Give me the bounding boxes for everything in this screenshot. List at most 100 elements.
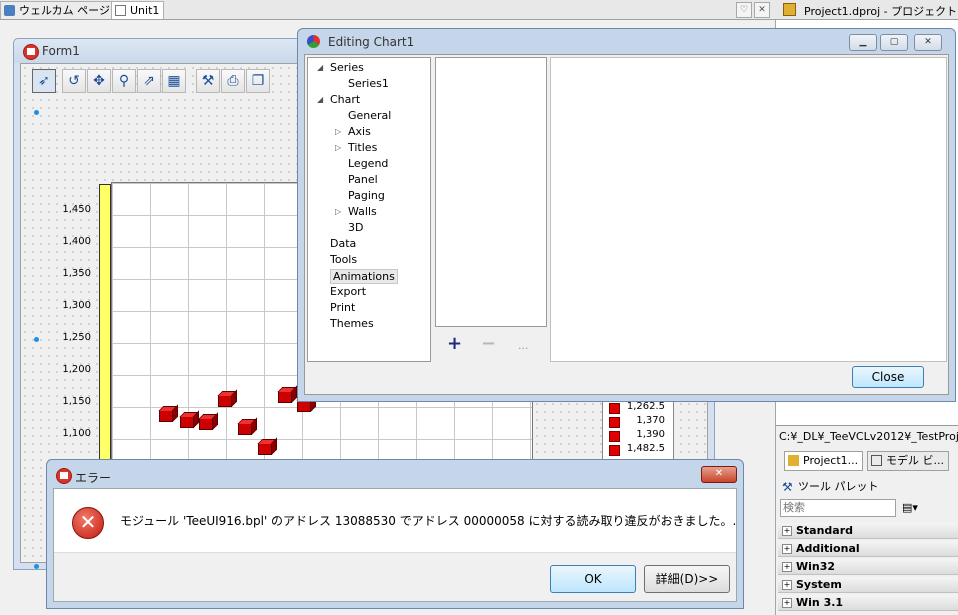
tree-node-themes[interactable]: Themes (330, 317, 374, 330)
chart-toolbar: ➶ ↺ ✥ ⚲ ⇗ ▦ ⚒ ⎙ ❐ (30, 66, 315, 95)
selection-handle[interactable] (34, 110, 39, 115)
rotate-icon[interactable]: ↺ (62, 69, 86, 93)
legend-swatch (609, 403, 620, 414)
minimize-icon[interactable]: ▁ (849, 34, 877, 51)
tree-node-series1[interactable]: Series1 (348, 77, 389, 90)
dialog-caption[interactable]: Editing Chart1 ▁ ▢ ✕ (298, 29, 955, 53)
tab-label: Project1... (803, 454, 859, 467)
project-manager-title: Project1.dproj - プロジェクト マネ (804, 5, 958, 18)
palette-category-system[interactable]: + System (778, 577, 958, 593)
tree-node-walls[interactable]: Walls (348, 205, 377, 218)
unit-file-icon (115, 5, 126, 16)
collapsed-arrow-icon[interactable]: ▷ (335, 127, 341, 136)
tree-node-export[interactable]: Export (330, 285, 366, 298)
tree-node-axis[interactable]: Axis (348, 125, 371, 138)
tab-label: ウェルカム ページ (19, 4, 110, 17)
y-tick-label: 1,200 (62, 364, 91, 375)
data-point (258, 443, 272, 455)
tab-welcome-page[interactable]: ウェルカム ページ (0, 1, 115, 19)
tree-node-panel[interactable]: Panel (348, 173, 378, 186)
project-icon (788, 455, 799, 466)
maximize-icon[interactable]: ▢ (880, 34, 908, 51)
edit-chart-icon[interactable]: ⚒ (196, 69, 220, 93)
legend-value: 1,370 (636, 415, 665, 426)
error-icon: ✕ (72, 507, 104, 539)
print-icon[interactable]: ⎙ (221, 69, 245, 93)
tool-palette-header: ⚒ ツール パレット (776, 477, 958, 497)
tool-palette-icon: ⚒ (782, 480, 793, 494)
legend-item: 1,390 (607, 429, 671, 443)
project-path: C:¥_DL¥_TeeVCLv2012¥_TestProject (779, 430, 958, 443)
palette-search-input[interactable] (780, 499, 896, 517)
tab-label: Unit1 (130, 4, 160, 17)
pointer-icon[interactable]: ➶ (32, 69, 56, 93)
tree-node-animations[interactable]: Animations (330, 269, 398, 284)
y-tick-label: 1,450 (62, 204, 91, 215)
legend-swatch (609, 417, 620, 428)
data-point (199, 418, 213, 430)
move-icon[interactable]: ✥ (87, 69, 111, 93)
data-point (278, 391, 292, 403)
tab-project[interactable]: Project1... (784, 451, 864, 471)
legend-swatch (609, 445, 620, 456)
tree-node-tools[interactable]: Tools (330, 253, 357, 266)
chevron-down-icon[interactable]: ♡ (736, 2, 752, 18)
y-tick-label: 1,350 (62, 268, 91, 279)
model-view-icon (871, 455, 882, 466)
tree-node-general[interactable]: General (348, 109, 391, 122)
editor-tab-bar: ウェルカム ページ Unit1 ♡ ✕ (0, 0, 778, 20)
tree-node-data[interactable]: Data (330, 237, 356, 250)
3d-toggle-icon[interactable]: ▦ (162, 69, 186, 93)
error-body: ✕ モジュール 'TeeUI916.bpl' のアドレス 13088530 でア… (53, 488, 737, 602)
series-list[interactable] (435, 57, 547, 327)
copy-icon[interactable]: ❐ (246, 69, 270, 93)
close-icon[interactable]: ✕ (701, 466, 737, 483)
tab-unit1[interactable]: Unit1 (111, 1, 165, 19)
collapsed-arrow-icon[interactable]: ▷ (335, 143, 341, 152)
error-dialog[interactable]: エラー ✕ ✕ モジュール 'TeeUI916.bpl' のアドレス 13088… (46, 459, 744, 609)
add-button[interactable]: + (447, 333, 462, 354)
data-point (238, 423, 252, 435)
close-tab-icon[interactable]: ✕ (754, 2, 770, 18)
tab-label: モデル ビ... (886, 454, 944, 467)
tree-node-chart[interactable]: Chart (330, 93, 360, 106)
y-tick-label: 1,400 (62, 236, 91, 247)
remove-button[interactable]: − (481, 333, 496, 354)
error-button-row: OK 詳細(D)>> (54, 552, 736, 601)
legend-value: 1,262.5 (626, 401, 665, 412)
zoom-icon[interactable]: ⚲ (112, 69, 136, 93)
dialog-title: Editing Chart1 (328, 35, 415, 49)
error-message: モジュール 'TeeUI916.bpl' のアドレス 13088530 でアドレ… (120, 514, 737, 528)
more-button[interactable]: ... (518, 339, 529, 352)
project-icon (783, 3, 796, 16)
legend-swatch (609, 431, 620, 442)
depth-icon[interactable]: ⇗ (137, 69, 161, 93)
editor-tree[interactable]: ◢ Series Series1 ◢ Chart General ▷ Axis ▷ Titles L… (307, 57, 431, 362)
details-button[interactable]: 詳細(D)>> (644, 565, 730, 593)
palette-category-win32[interactable]: + Win32 (778, 559, 958, 575)
collapsed-arrow-icon[interactable]: ▷ (335, 207, 341, 216)
close-button[interactable]: Close (852, 366, 924, 388)
expanded-arrow-icon[interactable]: ◢ (317, 63, 323, 72)
tab-model-view[interactable]: モデル ビ... (867, 451, 949, 471)
legend-value: 1,482.5 (626, 443, 665, 454)
tree-node-titles[interactable]: Titles (348, 141, 377, 154)
tree-node-3d[interactable]: 3D (348, 221, 363, 234)
tree-node-legend[interactable]: Legend (348, 157, 388, 170)
selection-handle[interactable] (34, 337, 39, 342)
expanded-arrow-icon[interactable]: ◢ (317, 95, 323, 104)
editing-chart-dialog[interactable]: Editing Chart1 ▁ ▢ ✕ ◢ Series Series1 ◢ Char… (297, 28, 956, 402)
dialog-body: ◢ Series Series1 ◢ Chart General ▷ Axis ▷ Titles L… (304, 54, 949, 395)
tree-node-paging[interactable]: Paging (348, 189, 385, 202)
palette-category-win31[interactable]: + Win 3.1 (778, 595, 958, 611)
form1-title: Form1 (42, 44, 80, 58)
ok-button[interactable]: OK (550, 565, 636, 593)
close-icon[interactable]: ✕ (914, 34, 942, 51)
palette-category-standard[interactable]: + Standard (778, 523, 958, 539)
data-point (180, 416, 194, 428)
tree-node-print[interactable]: Print (330, 301, 355, 314)
palette-category-additional[interactable]: + Additional (778, 541, 958, 557)
selection-handle[interactable] (34, 564, 39, 569)
tree-node-series[interactable]: Series (330, 61, 364, 74)
filter-icon[interactable]: ▤▾ (902, 501, 918, 514)
